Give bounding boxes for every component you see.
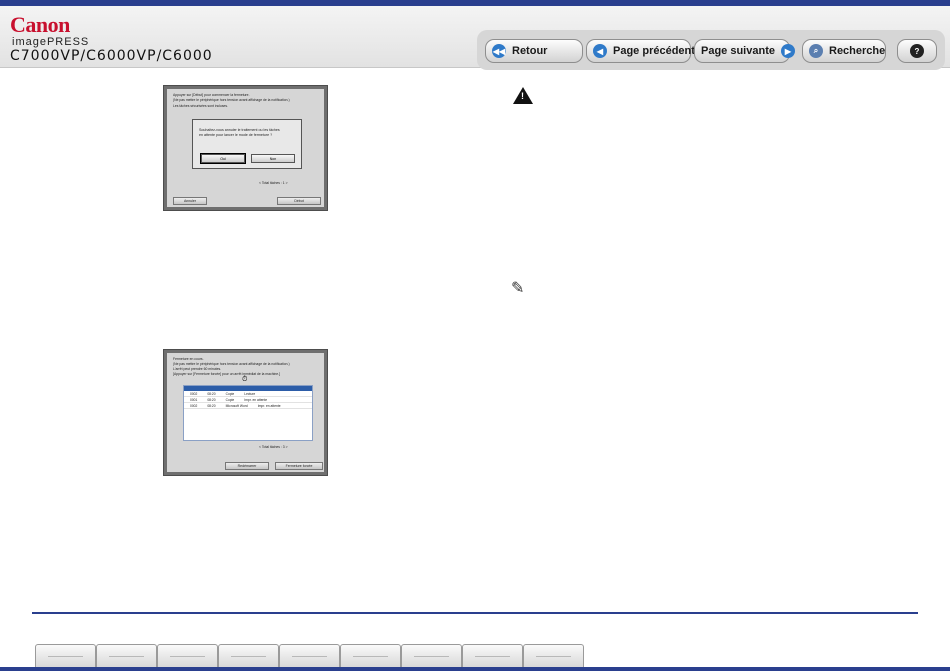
- search-label: Recherche: [829, 45, 886, 57]
- row-job-name: Copie: [225, 397, 235, 402]
- row-job-name: Copie: [225, 391, 235, 396]
- warning-mark: !: [521, 91, 524, 101]
- yes-button[interactable]: Oui: [200, 153, 246, 164]
- help-button[interactable]: ?: [897, 39, 937, 63]
- back-button[interactable]: ◀◀ Retour: [485, 39, 583, 63]
- footer-tab-3[interactable]: [157, 644, 218, 669]
- brand-logo: Canon: [10, 12, 70, 37]
- confirm-dialog: Souhaitez-vous annuler le traitement ou …: [192, 119, 302, 169]
- start-button[interactable]: Début: [277, 197, 321, 205]
- row-time: 08:20: [207, 391, 216, 396]
- row-number: 0002: [190, 403, 198, 408]
- next-page-button[interactable]: Page suivante ▶: [694, 39, 795, 63]
- cancel-button[interactable]: Annuler: [173, 197, 207, 205]
- footer-tabs: [35, 644, 584, 669]
- screen-text-line: (Ne pas mettre le périphérique hors tens…: [173, 362, 290, 366]
- table-row[interactable]: 0002 08:20 Microsoft Word Impr. en atten…: [184, 403, 312, 409]
- screenshot-shutdown-progress: Fermeture en cours. (Ne pas mettre le pé…: [163, 349, 328, 476]
- force-shutdown-button[interactable]: Fermeture forcée: [275, 462, 323, 470]
- screen-text-line: L'arrêt peut prendre 60 minutes.: [173, 367, 222, 371]
- dialog-text: en attente pour lancer le mode de fermet…: [199, 133, 273, 137]
- arrow-right-icon: ▶: [780, 44, 795, 58]
- task-total: < Total tâches : 1 >: [259, 181, 288, 185]
- row-time: 08:20: [207, 403, 216, 408]
- footer-divider: [32, 612, 918, 614]
- footer-tab-4[interactable]: [218, 644, 279, 669]
- screen-text-line: (Ne pas mettre le périphérique hors tens…: [173, 98, 290, 102]
- timer-icon: ⏱: [242, 376, 248, 383]
- nav-toolbar: ◀◀ Retour ◀ Page précédente Page suivant…: [477, 30, 945, 70]
- task-total: < Total tâches : 3 >: [259, 445, 288, 449]
- footer-tab-2[interactable]: [96, 644, 157, 669]
- back-label: Retour: [512, 45, 548, 57]
- screenshot-shutdown-confirm: Appuyer sur [Début] pour commencer la fe…: [163, 85, 328, 211]
- screen-panel: Fermeture en cours. (Ne pas mettre le pé…: [167, 353, 324, 472]
- arrow-left-icon: ◀: [593, 44, 607, 58]
- page: Canon imagePRESS C7000VP/C6000VP/C6000 ◀…: [0, 0, 950, 671]
- footer-tab-9[interactable]: [523, 644, 584, 669]
- footer-tab-5[interactable]: [279, 644, 340, 669]
- next-page-label: Page suivante: [701, 45, 775, 57]
- row-status: Impr. en attente: [257, 403, 281, 408]
- row-time: 08:20: [207, 397, 216, 402]
- job-table: 0002 08:20 Copie Lecture 0001 08:20 Copi…: [183, 385, 313, 441]
- row-job-name: Microsoft Word: [225, 403, 248, 408]
- row-number: 0002: [190, 391, 198, 396]
- model-name: C7000VP/C6000VP/C6000: [10, 48, 213, 64]
- help-icon: ?: [910, 44, 924, 58]
- rewind-icon: ◀◀: [492, 44, 506, 58]
- bottom-accent-bar: [0, 667, 950, 671]
- previous-page-label: Page précédente: [613, 45, 702, 57]
- screen-text-line: Les tâches sécurisées sont incluses.: [173, 104, 229, 108]
- pencil-note-icon: ✎: [511, 280, 525, 297]
- header: Canon imagePRESS C7000VP/C6000VP/C6000 ◀…: [0, 6, 950, 70]
- product-line: imagePRESS: [12, 36, 90, 48]
- footer-tab-1[interactable]: [35, 644, 96, 669]
- screen-text-line: Fermeture en cours.: [173, 357, 204, 361]
- no-button[interactable]: Non: [251, 154, 295, 163]
- row-status: Impr. en attente: [244, 397, 268, 402]
- search-icon: ⌕: [809, 44, 823, 58]
- row-number: 0001: [190, 397, 198, 402]
- row-status: Lecture: [244, 391, 256, 396]
- restart-button[interactable]: Redémarrer: [225, 462, 269, 470]
- footer-tab-8[interactable]: [462, 644, 523, 669]
- footer-tab-6[interactable]: [340, 644, 401, 669]
- screen-text-line: [Appuyer sur [Fermeture forcée] pour un …: [173, 372, 281, 376]
- screen-text-line: Appuyer sur [Début] pour commencer la fe…: [173, 93, 250, 97]
- dialog-text: Souhaitez-vous annuler le traitement ou …: [199, 128, 280, 132]
- search-button[interactable]: ⌕ Recherche: [802, 39, 886, 63]
- footer-tab-7[interactable]: [401, 644, 462, 669]
- screen-panel: Appuyer sur [Début] pour commencer la fe…: [167, 89, 324, 207]
- previous-page-button[interactable]: ◀ Page précédente: [586, 39, 701, 63]
